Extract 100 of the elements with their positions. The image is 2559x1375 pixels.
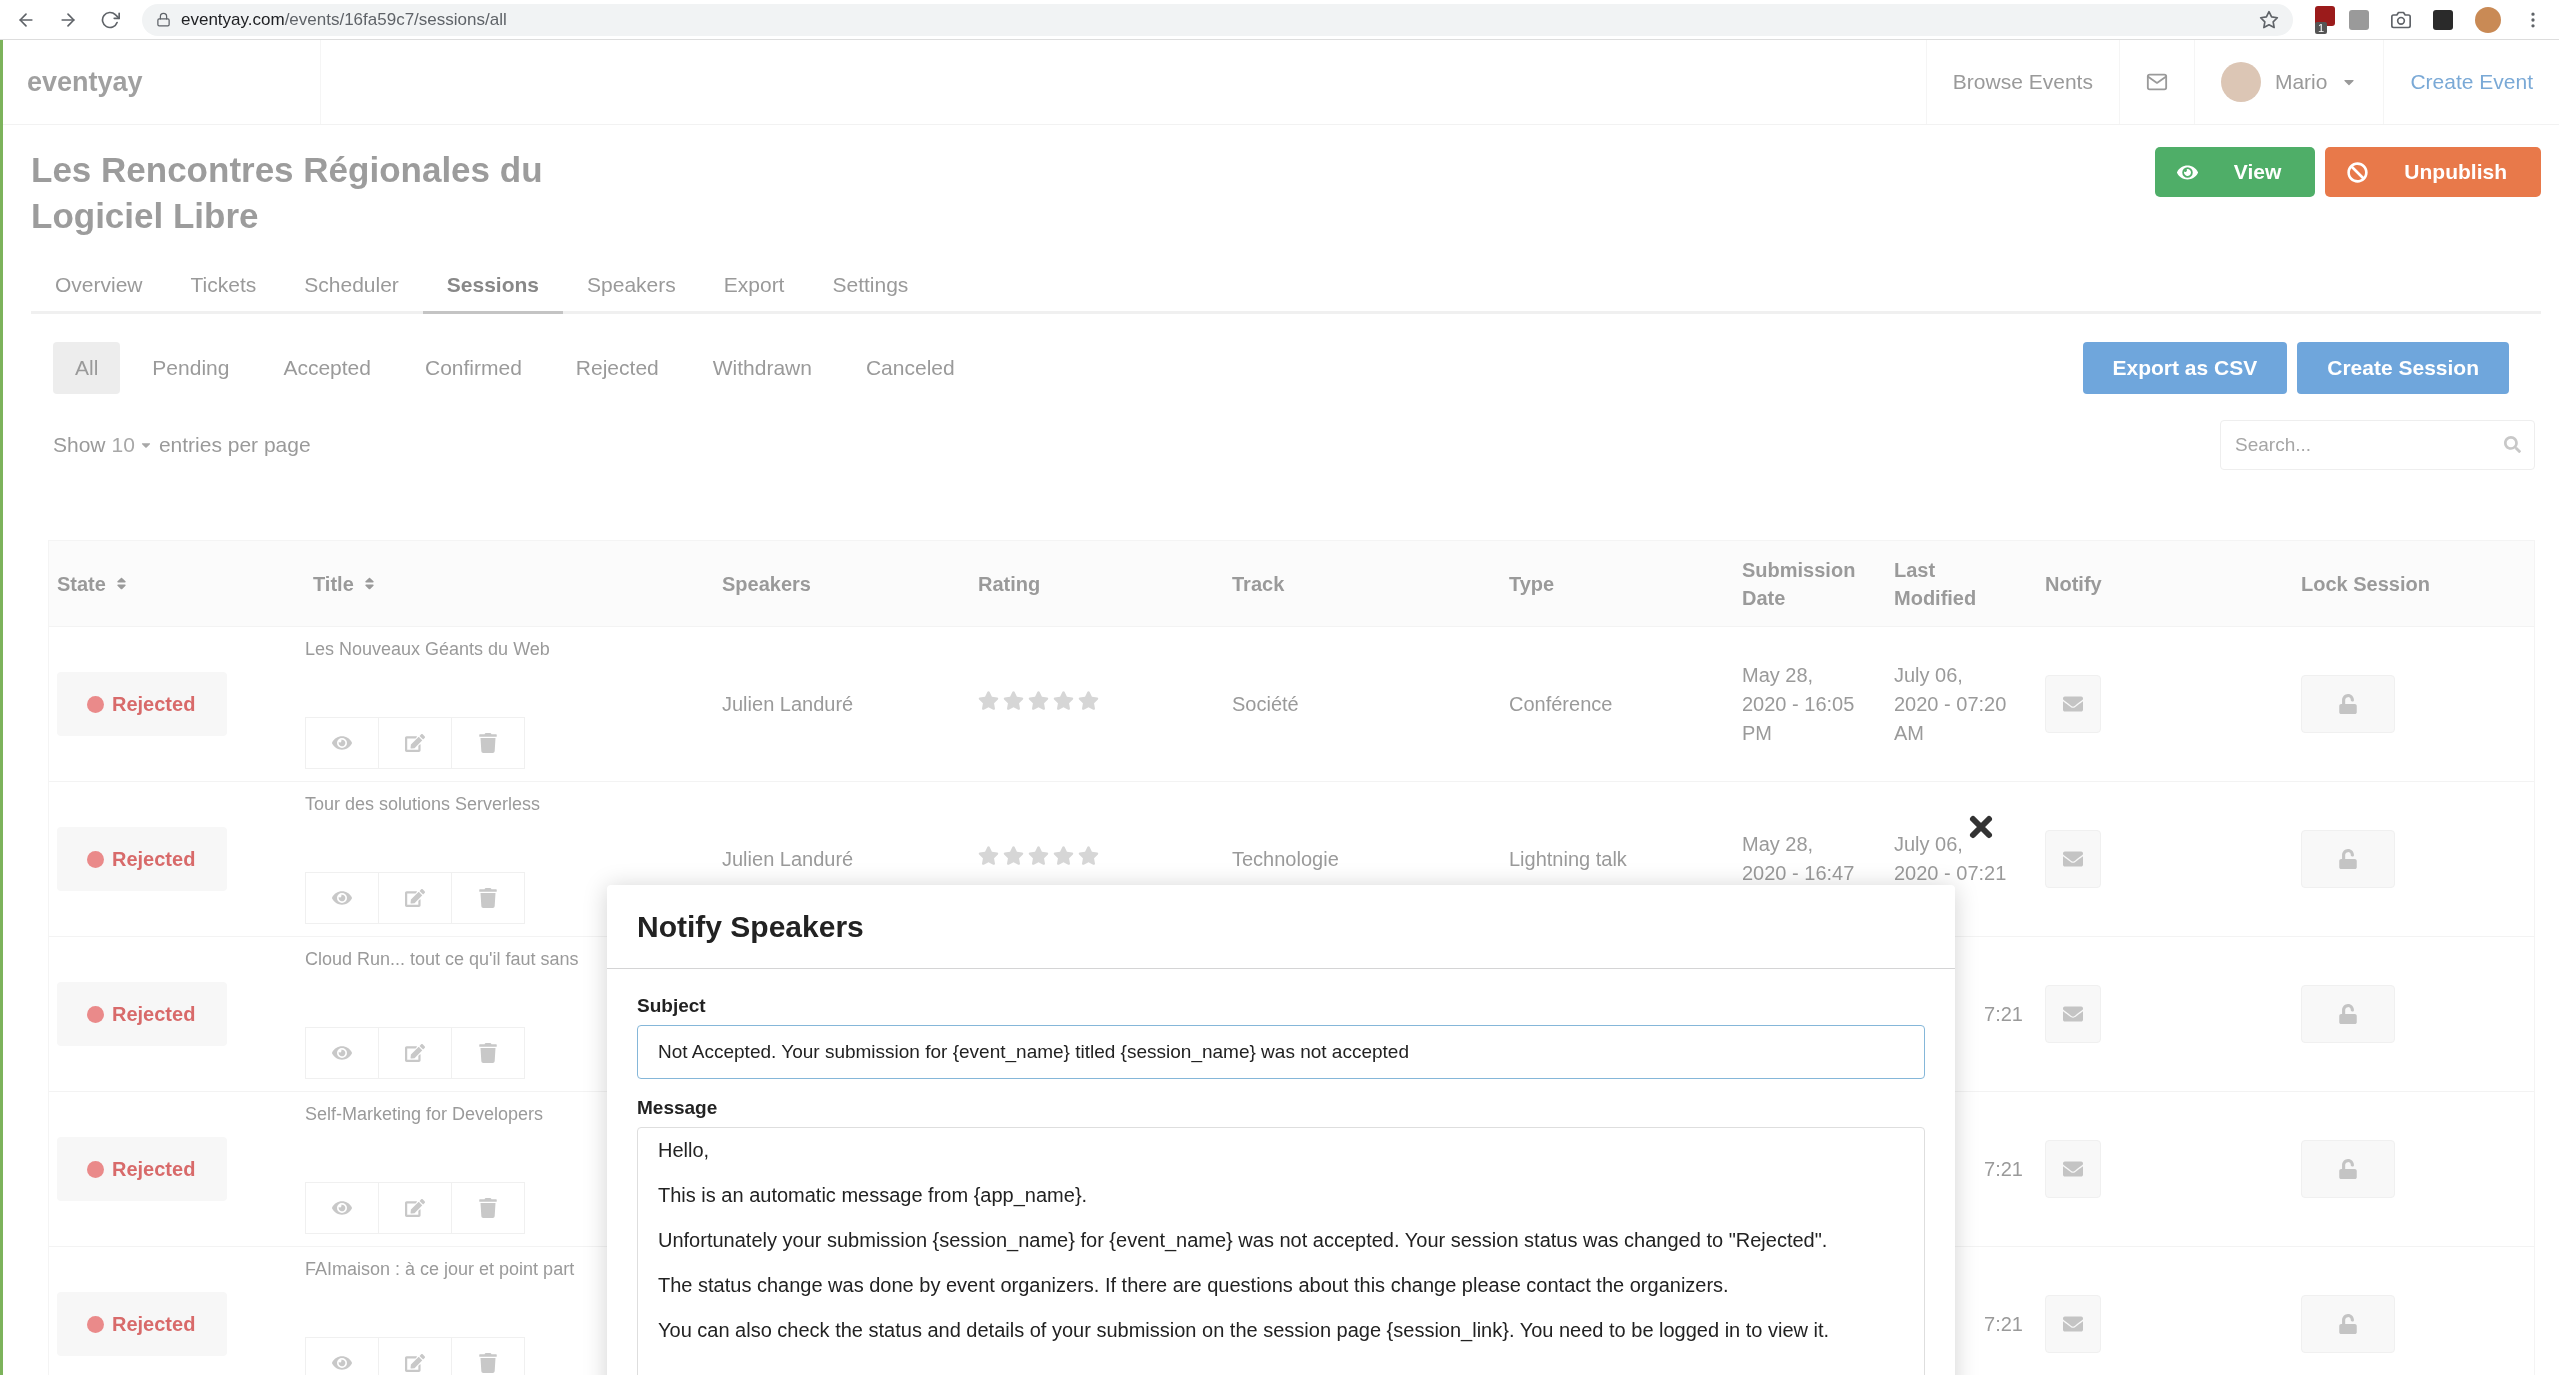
pencil-icon (405, 733, 425, 753)
nav-tab[interactable]: Speakers (563, 263, 700, 314)
trash-icon (478, 733, 498, 753)
nav-tab[interactable]: Settings (808, 263, 933, 314)
trash-icon (478, 1043, 498, 1063)
filter-tab[interactable]: Rejected (553, 342, 681, 394)
search-field[interactable]: Search... (2220, 420, 2535, 470)
column-header[interactable]: Title (313, 569, 377, 598)
unlock-icon (2338, 1004, 2358, 1024)
column-header: Speakers (722, 571, 811, 597)
filter-tab[interactable]: Canceled (843, 342, 977, 394)
column-header: Last Modified (1894, 557, 1978, 611)
eye-icon (332, 1043, 352, 1063)
dialog-title: Notify Speakers (637, 909, 864, 944)
pencil-icon (405, 1198, 425, 1218)
pencil-icon (405, 1353, 425, 1373)
unpublish-button[interactable]: Unpublish (2325, 147, 2541, 197)
lock-button[interactable] (2301, 985, 2395, 1043)
lock-button[interactable] (2301, 1295, 2395, 1353)
close-icon[interactable] (1968, 814, 1994, 840)
unlock-icon (2338, 849, 2358, 869)
nav-tab[interactable]: Sessions (422, 263, 564, 314)
envelope-icon (2063, 1314, 2083, 1334)
reload-icon[interactable] (100, 9, 120, 30)
session-title: FAImaison : à ce jour et point part (305, 1259, 575, 1280)
session-title: Les Nouveaux Géants du Web (305, 639, 550, 660)
session-title: Self-Marketing for Developers (305, 1104, 544, 1125)
view-button[interactable] (305, 1027, 379, 1079)
notify-button[interactable] (2045, 830, 2101, 888)
notify-button[interactable] (2045, 1295, 2101, 1353)
nav-tab[interactable]: Overview (31, 263, 167, 314)
lock-button[interactable] (2301, 1140, 2395, 1198)
nav-tab[interactable]: Scheduler (280, 263, 423, 314)
create-session-button[interactable]: Create Session (2297, 342, 2509, 394)
browse-events-link[interactable]: Browse Events (1925, 40, 2119, 124)
event-title: Les Rencontres Régionales du Logiciel Libre (31, 149, 544, 237)
star-icon (1028, 689, 1049, 711)
notify-button[interactable] (2045, 1140, 2101, 1198)
edit-button[interactable] (378, 1027, 452, 1079)
user-menu[interactable]: Mario (2274, 70, 2328, 94)
delete-button[interactable] (451, 872, 525, 924)
extension-icon[interactable] (2433, 9, 2453, 30)
lock-button[interactable] (2301, 830, 2395, 888)
create-event-link[interactable]: Create Event (2383, 40, 2559, 124)
logo[interactable]: eventyay (3, 40, 321, 124)
camera-icon[interactable] (2391, 9, 2411, 30)
nav-tab[interactable]: Tickets (166, 263, 281, 314)
export-csv-button[interactable]: Export as CSV (2082, 342, 2288, 394)
filter-tab[interactable]: All (53, 342, 121, 394)
speaker-name: Julien Landuré (722, 847, 854, 870)
filter-tab[interactable]: Pending (130, 342, 252, 394)
edit-button[interactable] (378, 1182, 452, 1234)
search-icon[interactable] (2504, 436, 2521, 453)
edit-button[interactable] (378, 717, 452, 769)
filter-tab[interactable]: Confirmed (403, 342, 544, 394)
delete-button[interactable] (451, 1182, 525, 1234)
filter-tab[interactable]: Accepted (261, 342, 393, 394)
view-button[interactable] (305, 717, 379, 769)
address-bar[interactable]: eventyay.com/events/16fa59c7/sessions/all (142, 3, 2293, 36)
notify-button[interactable] (2045, 985, 2101, 1043)
entries-dropdown[interactable]: 10 (111, 433, 153, 457)
track-name: Société (1232, 692, 1299, 715)
delete-button[interactable] (451, 1027, 525, 1079)
delete-button[interactable] (451, 717, 525, 769)
state-badge: Rejected (57, 1137, 227, 1201)
last-modified-date: July 06, 2020 - 07:20 AM (1894, 663, 2007, 744)
mail-icon[interactable] (2145, 71, 2168, 93)
eye-icon (332, 1353, 352, 1373)
session-type: Lightning talk (1509, 847, 1627, 870)
envelope-icon (2063, 694, 2083, 714)
view-button[interactable] (305, 1337, 379, 1375)
eye-icon (332, 733, 352, 753)
filter-tab[interactable]: Withdrawn (690, 342, 834, 394)
nav-tab[interactable]: Export (699, 263, 809, 314)
subject-field[interactable]: Not Accepted. Your submission for {event_name} titled {session_name} was not accepted (637, 1025, 1925, 1079)
notify-button[interactable] (2045, 675, 2101, 733)
edit-button[interactable] (378, 1337, 452, 1375)
lock-button[interactable] (2301, 675, 2395, 733)
message-label: Message (637, 1097, 719, 1119)
column-header: Type (1509, 571, 1555, 597)
unlock-icon (2338, 694, 2358, 714)
view-button[interactable] (305, 1182, 379, 1234)
star-icon (1028, 844, 1049, 866)
state-badge: Rejected (57, 982, 227, 1046)
edit-button[interactable] (378, 872, 452, 924)
message-field[interactable]: Hello, This is an automatic message from {app_name}. Unfortunately your submission {session_name} for {event_name} was not accepted. Your session status was changed to "Rejected". The status change was done by event organizers. If there are questions about this change please contact the organizers. You can also check the status and details of your submission on the session page {session_link}. You need to be logged in to view it. (637, 1127, 1925, 1375)
session-title: Cloud Run... tout ce qu'il faut sans (305, 949, 579, 970)
view-button[interactable]: View (2154, 147, 2316, 197)
state-badge: Rejected (57, 827, 227, 891)
column-header: Rating (978, 571, 1041, 597)
avatar[interactable] (2220, 62, 2261, 102)
delete-button[interactable] (451, 1337, 525, 1375)
column-header: Notify (2045, 571, 2102, 597)
view-button[interactable] (305, 872, 379, 924)
column-header[interactable]: State (57, 569, 129, 598)
state-badge: Rejected (57, 1292, 227, 1356)
bookmark-star-icon[interactable] (2258, 9, 2279, 30)
last-modified-date: 7:21 (1984, 1002, 2023, 1025)
avatar[interactable] (2475, 6, 2501, 33)
url-host: eventyay.com (181, 9, 285, 29)
